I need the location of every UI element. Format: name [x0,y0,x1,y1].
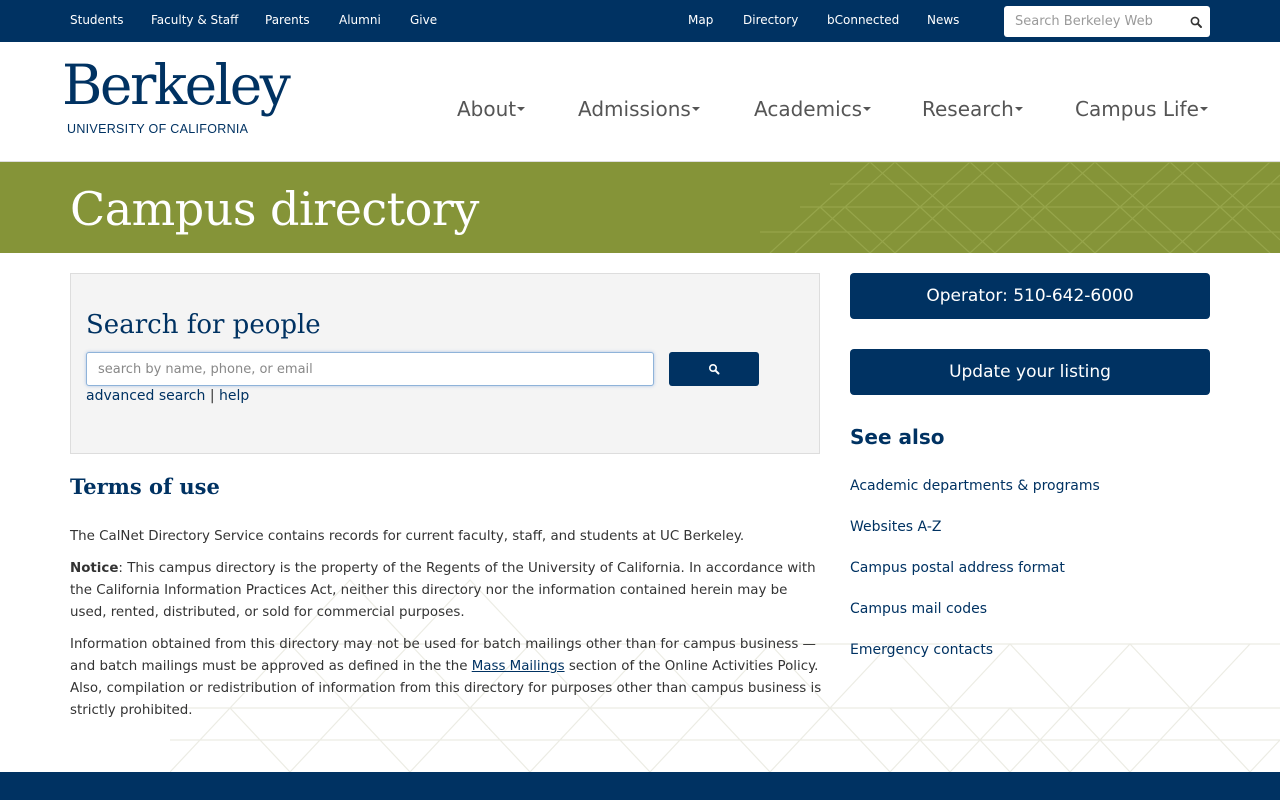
link-academic-departments[interactable]: Academic departments & programs [850,478,1100,494]
search-heading: Search for people [86,310,321,340]
notice-label: Notice [70,561,119,576]
nav-research[interactable]: Research [922,97,1023,121]
caret-down-icon [1199,107,1208,111]
top-link-map[interactable]: Map [688,13,713,27]
top-link-parents[interactable]: Parents [265,13,310,27]
search-icon [708,363,720,375]
people-search-input[interactable] [86,352,654,386]
nav-admissions-label: Admissions [578,97,691,121]
web-search-input[interactable] [1004,6,1180,37]
update-listing-button[interactable]: Update your listing [850,349,1210,395]
see-also-heading: See also [850,425,945,449]
terms-paragraph-1: The CalNet Directory Service contains re… [70,529,745,544]
link-campus-mail-codes[interactable]: Campus mail codes [850,601,987,617]
terms-paragraph-3: Information obtained from this directory… [70,634,822,722]
caret-down-icon [691,107,700,111]
nav-research-label: Research [922,97,1014,121]
search-links: advanced search | help [86,388,249,404]
top-link-alumni[interactable]: Alumni [339,13,381,27]
logo-subtitle: UNIVERSITY OF CALIFORNIA [67,122,249,136]
nav-admissions[interactable]: Admissions [578,97,700,121]
utility-bar: Students Faculty & Staff Parents Alumni … [0,0,1280,42]
mass-mailings-link[interactable]: Mass Mailings [472,659,565,674]
link-separator: | [209,388,215,404]
top-link-give[interactable]: Give [410,13,437,27]
caret-down-icon [863,107,872,111]
help-link[interactable]: help [219,388,249,404]
top-link-bconnected[interactable]: bConnected [827,13,899,27]
terms-heading: Terms of use [70,474,220,499]
nav-campus-life-label: Campus Life [1075,97,1199,121]
link-websites-a-z[interactable]: Websites A-Z [850,519,941,535]
nav-campus-life[interactable]: Campus Life [1075,97,1208,121]
top-link-faculty-staff[interactable]: Faculty & Staff [151,13,238,27]
link-emergency-contacts[interactable]: Emergency contacts [850,642,993,658]
hero-triangle-pattern [760,162,1280,253]
nav-about[interactable]: About [457,97,526,121]
people-search-button[interactable] [669,352,759,386]
terms-paragraph-2: Notice: This campus directory is the pro… [70,558,822,624]
nav-about-label: About [457,97,517,121]
search-icon[interactable] [1189,14,1203,28]
logo-wordmark: Berkeley [62,53,291,117]
top-link-news[interactable]: News [927,13,959,27]
top-link-directory[interactable]: Directory [743,13,798,27]
top-link-students[interactable]: Students [70,13,124,27]
site-footer [0,772,1280,800]
people-search-panel: Search for people advanced search | help [70,273,820,454]
web-search-box [1004,6,1210,37]
notice-text: : This campus directory is the property … [70,561,816,620]
operator-button[interactable]: Operator: 510-642-6000 [850,273,1210,319]
advanced-search-link[interactable]: advanced search [86,388,205,404]
link-postal-address-format[interactable]: Campus postal address format [850,560,1065,576]
caret-down-icon [517,107,526,111]
caret-down-icon [1014,107,1023,111]
page-title: Campus directory [70,182,479,236]
nav-academics[interactable]: Academics [754,97,872,121]
site-header: Berkeley UNIVERSITY OF CALIFORNIA About … [0,42,1280,162]
nav-academics-label: Academics [754,97,863,121]
hero-banner: Campus directory [0,162,1280,253]
